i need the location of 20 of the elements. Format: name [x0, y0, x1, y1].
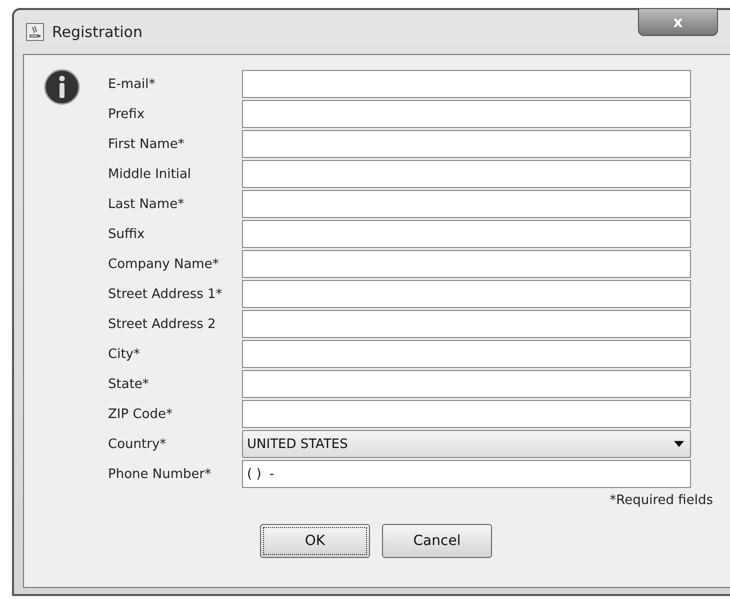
field-label: Street Address 1* [108, 286, 224, 302]
required-note: *Required fields [610, 493, 713, 508]
field-label: Prefix [108, 106, 146, 122]
input-field[interactable]: ( ) - [242, 460, 691, 488]
field-label: Company Name* [108, 256, 220, 272]
field-label: Suffix [108, 226, 146, 242]
field-label: Middle Initial [108, 166, 192, 182]
dialog-button[interactable]: OK [260, 524, 370, 558]
field-label: Phone Number* [108, 466, 212, 482]
field-label: Country* [108, 436, 168, 452]
field-label: City* [108, 346, 141, 362]
country-dropdown[interactable]: UNITED STATES [242, 430, 691, 458]
field-label: First Name* [108, 136, 186, 152]
dialog-button[interactable]: Cancel [382, 524, 492, 558]
field-label: Last Name* [108, 196, 186, 212]
field-label: ZIP Code* [108, 406, 174, 422]
window-title: Registration [52, 23, 142, 41]
field-label: State* [108, 376, 150, 392]
field-label: E-mail* [108, 76, 156, 92]
field-label: Street Address 2 [108, 316, 217, 332]
